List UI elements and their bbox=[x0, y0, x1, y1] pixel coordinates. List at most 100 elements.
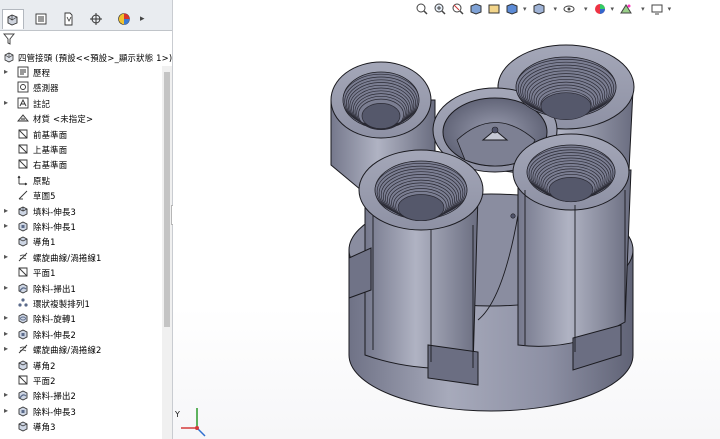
tree-item[interactable]: ▸ 除料-掃出1 bbox=[0, 281, 162, 296]
display-manager-icon bbox=[118, 13, 130, 25]
tree-item-label: 除料-伸長3 bbox=[33, 406, 77, 417]
cut-sweep-icon bbox=[17, 282, 29, 294]
tabs-overflow-arrow-icon[interactable]: ▸ bbox=[140, 14, 145, 24]
cut-revolve-icon bbox=[17, 312, 29, 324]
expand-arrow-icon[interactable]: ▸ bbox=[4, 221, 8, 230]
tree-item[interactable]: 平面1 bbox=[0, 265, 162, 280]
expand-arrow-icon[interactable]: ▸ bbox=[4, 98, 8, 107]
tab-dimxpert-manager[interactable] bbox=[85, 9, 107, 29]
tree-scrollbar-thumb[interactable] bbox=[164, 72, 170, 327]
tree-item-label: 導角2 bbox=[33, 360, 56, 371]
boss-extrude-icon bbox=[17, 205, 29, 217]
tab-display-manager[interactable] bbox=[113, 9, 135, 29]
chamfer-icon bbox=[17, 235, 29, 247]
tree-item-label: 除料-伸長1 bbox=[33, 222, 77, 232]
tree-item-label: 除料-旋轉1 bbox=[33, 314, 77, 325]
tree-item[interactable]: 原點 bbox=[0, 173, 162, 188]
part-model[interactable] bbox=[173, 0, 720, 439]
expand-arrow-icon[interactable]: ▸ bbox=[4, 283, 8, 292]
tree-item[interactable]: 前基準面 bbox=[0, 127, 162, 142]
tree-item[interactable]: 導角1 bbox=[0, 234, 162, 249]
tree-item-label: 除料-掃出1 bbox=[33, 283, 77, 294]
part-icon bbox=[3, 51, 15, 63]
view-triad: Y bbox=[175, 404, 215, 439]
chamfer-icon bbox=[17, 420, 29, 432]
tab-property-manager[interactable] bbox=[30, 9, 52, 29]
cut-extrude-icon bbox=[17, 220, 29, 232]
expand-arrow-icon[interactable]: ▸ bbox=[4, 406, 8, 415]
tree-item-label: 螺旋曲線/渦捲線2 bbox=[33, 345, 102, 356]
triad-y-label: Y bbox=[175, 410, 180, 419]
tree-item-label: 感測器 bbox=[33, 83, 59, 94]
material-icon bbox=[17, 112, 29, 124]
tree-item-label: 右基準面 bbox=[33, 160, 68, 171]
tree-item-label: 平面1 bbox=[33, 268, 56, 279]
helix-icon bbox=[17, 251, 29, 263]
tab-feature-manager[interactable] bbox=[2, 9, 24, 29]
tree-item-label: 除料-伸長2 bbox=[33, 329, 77, 340]
chamfer-icon bbox=[17, 359, 29, 371]
sensor-icon bbox=[17, 81, 29, 93]
tree-item[interactable]: ▸ 除料-伸長1 bbox=[0, 219, 162, 234]
property-manager-icon bbox=[35, 13, 47, 25]
tree-item[interactable]: 環狀複製排列1 bbox=[0, 296, 162, 311]
tree-item[interactable]: ▸ 除料-旋轉1 bbox=[0, 311, 162, 326]
expand-arrow-icon[interactable]: ▸ bbox=[4, 344, 8, 353]
tree-item-label: 原點 bbox=[33, 175, 51, 186]
tree-item-label: 填料-伸長3 bbox=[33, 206, 77, 217]
tree-item[interactable]: 導角3 bbox=[0, 419, 162, 434]
tree-item[interactable]: 感測器 bbox=[0, 80, 162, 95]
tree-item-label: 導角3 bbox=[33, 422, 56, 433]
tree-item[interactable]: 右基準面 bbox=[0, 157, 162, 172]
tree-item[interactable]: ▸ 填料-伸長3 bbox=[0, 204, 162, 219]
plane-icon bbox=[17, 143, 29, 155]
tree-item[interactable]: ▸ 螺旋曲線/渦捲線2 bbox=[0, 342, 162, 357]
configuration-manager-icon bbox=[64, 12, 73, 26]
tree-item[interactable]: ▸ 註記 bbox=[0, 96, 162, 111]
tree-item[interactable]: 導角2 bbox=[0, 358, 162, 373]
expand-arrow-icon[interactable]: ▸ bbox=[4, 206, 8, 215]
feature-manager-panel: ▸ 四管接頭 (預設<<預設>_顯示狀態 1>) ▸ 歷程感測器 ▸ 註記材質 <未指… bbox=[0, 0, 173, 439]
cut-extrude-icon bbox=[17, 328, 29, 340]
expand-arrow-icon[interactable]: ▸ bbox=[4, 390, 8, 399]
tree-item-label: 環狀複製排列1 bbox=[33, 299, 90, 309]
tree-item[interactable]: ▸ 除料-伸長3 bbox=[0, 404, 162, 419]
expand-arrow-icon[interactable]: ▸ bbox=[4, 252, 8, 261]
tree-item[interactable]: ▸ 除料-伸長2 bbox=[0, 327, 162, 342]
tree-item-label: 註記 bbox=[33, 98, 51, 109]
expand-arrow-icon[interactable]: ▸ bbox=[4, 329, 8, 338]
dimxpert-icon bbox=[90, 13, 102, 25]
feature-manager-icon bbox=[7, 14, 18, 25]
graphics-area[interactable]: ▾ ▾ ▾ ▾ ▾ ▾ Y bbox=[173, 0, 720, 439]
plane-icon bbox=[17, 266, 29, 278]
tree-item[interactable]: ▸ 歷程 bbox=[0, 65, 162, 80]
panel-tab-bar: ▸ bbox=[0, 0, 172, 31]
tree-scrollbar[interactable] bbox=[162, 66, 172, 439]
tree-item-label: 螺旋曲線/渦捲線1 bbox=[33, 252, 102, 263]
tree-item-label: 材質 <未指定> bbox=[33, 114, 94, 125]
tree-item-label: 歷程 bbox=[33, 68, 51, 78]
tree-root-label: 四管接頭 (預設<<預設>_顯示狀態 1>) bbox=[18, 53, 173, 63]
tree-item[interactable]: ▸ 除料-掃出2 bbox=[0, 388, 162, 403]
tree-item[interactable]: 平面2 bbox=[0, 373, 162, 388]
cut-extrude-icon bbox=[17, 405, 29, 417]
origin-icon bbox=[17, 174, 29, 186]
plane-icon bbox=[17, 158, 29, 170]
tree-item[interactable]: ▸ 螺旋曲線/渦捲線1 bbox=[0, 250, 162, 265]
tree-item[interactable]: 上基準面 bbox=[0, 142, 162, 157]
tree-item-label: 前基準面 bbox=[33, 129, 68, 140]
tree-item-label: 平面2 bbox=[33, 376, 56, 386]
tree-root[interactable]: 四管接頭 (預設<<預設>_顯示狀態 1>) bbox=[0, 50, 172, 65]
sketch-icon bbox=[17, 189, 29, 201]
cut-sweep-icon bbox=[17, 389, 29, 401]
tree-item[interactable]: 材質 <未指定> bbox=[0, 111, 162, 126]
helix-icon bbox=[17, 343, 29, 355]
expand-arrow-icon[interactable]: ▸ bbox=[4, 67, 8, 76]
tree-filter-icon[interactable] bbox=[2, 33, 16, 48]
tree-item-label: 除料-掃出2 bbox=[33, 391, 77, 402]
expand-arrow-icon[interactable]: ▸ bbox=[4, 313, 8, 322]
tree-item[interactable]: 草圖5 bbox=[0, 188, 162, 203]
tab-configuration-manager[interactable] bbox=[57, 9, 79, 29]
plane-icon bbox=[17, 374, 29, 386]
tree-item-label: 上基準面 bbox=[33, 145, 68, 155]
